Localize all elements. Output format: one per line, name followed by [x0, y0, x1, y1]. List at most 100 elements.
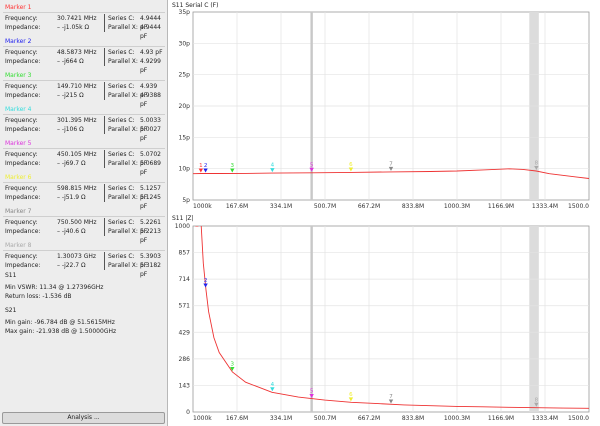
frequency-label: Frequency: — [5, 253, 38, 260]
impedance-chart[interactable]: 1000k 167.6M 334.1M 500.7M 667.2M 833.8M 1000.… — [169, 213, 600, 426]
parallel-x-label: Parallel X: — [108, 126, 138, 133]
s21-summary: S21 Min gain: -96.784 dB @ 51.5615MHz Ma… — [0, 307, 168, 337]
impedance-label: Impedance: — [5, 92, 41, 99]
y-tick-label: 1000 — [175, 223, 190, 230]
y-tick-label: 25p — [179, 72, 191, 79]
analysis-button[interactable]: Analysis ... — [2, 412, 165, 424]
impedance-row: Impedance: – -j40.6 Ω Parallel X: 5.2213 pF — [5, 227, 165, 244]
x-tick-label: 1500.0 — [568, 415, 589, 422]
frequency-value: 1.30073 GHz — [57, 253, 97, 260]
marker-block-7[interactable]: Marker 7 Frequency: 750.500 MHz Series C: 5.… — [0, 206, 168, 244]
series-c-value: 4.93 pF — [140, 49, 163, 56]
frequency-label: Frequency: — [5, 15, 38, 22]
impedance-value: – -j69.7 Ω — [57, 160, 86, 167]
divider — [3, 12, 165, 13]
marker-block-6[interactable]: Marker 6 Frequency: 598.815 MHz Series C: 5.… — [0, 172, 168, 210]
impedance-value: – -j1.05k Ω — [57, 24, 90, 31]
divider — [104, 218, 105, 227]
marker-block-3[interactable]: Marker 3 Frequency: 149.710 MHz Series C: 4.… — [0, 70, 168, 108]
parallel-x-label: Parallel X: — [108, 160, 138, 167]
divider — [3, 216, 165, 217]
marker-title: Marker 3 — [5, 72, 32, 79]
marker-block-4[interactable]: Marker 4 Frequency: 301.395 MHz Series C: 5.… — [0, 104, 168, 142]
divider — [104, 82, 105, 91]
frequency-row: Frequency: 149.710 MHz Series C: 4.939 pF — [5, 82, 165, 99]
impedance-row: Impedance: – -j69.7 Ω Parallel X: 5.0689 pF — [5, 159, 165, 176]
impedance-label: Impedance: — [5, 160, 41, 167]
impedance-label: Impedance: — [5, 262, 41, 269]
cursor-line — [310, 12, 313, 200]
marker-title: Marker 4 — [5, 106, 32, 113]
frequency-label: Frequency: — [5, 185, 38, 192]
divider — [104, 159, 105, 168]
s21-min-gain: Min gain: -96.784 dB @ 51.5615MHz — [5, 319, 115, 326]
series-c-label: Series C: — [108, 117, 135, 124]
x-tick-label: 1500.0 — [568, 203, 589, 210]
divider — [104, 150, 105, 159]
cursor-line — [310, 226, 313, 412]
marker-label: 2 — [204, 163, 208, 169]
s21-summary-title: S21 — [5, 307, 17, 314]
x-tick-label: 1000k — [193, 203, 212, 210]
series-c-label: Series C: — [108, 49, 135, 56]
x-tick-label: 500.7M — [314, 415, 336, 422]
x-tick-label: 1000.3M — [444, 415, 470, 422]
impedance-row: Impedance: – -j215 Ω Parallel X: 4.9388 pF — [5, 91, 165, 108]
impedance-value: – -j664 Ω — [57, 58, 84, 65]
x-tick-label: 500.7M — [314, 203, 336, 210]
marker-label: 1 — [199, 163, 203, 169]
impedance-value: – -j51.9 Ω — [57, 194, 86, 201]
marker-label: 7 — [389, 394, 393, 400]
frequency-value: 48.5873 MHz — [57, 49, 97, 56]
marker-title: Marker 6 — [5, 174, 32, 181]
y-tick-label: 0 — [186, 409, 190, 416]
marker-title: Marker 2 — [5, 38, 32, 45]
divider — [3, 46, 165, 47]
divider — [3, 148, 165, 149]
frequency-row: Frequency: 598.815 MHz Series C: 5.1257 pF — [5, 184, 165, 201]
series-c-label: Series C: — [108, 253, 135, 260]
y-tick-label: 15p — [179, 134, 191, 141]
marker-block-5[interactable]: Marker 5 Frequency: 450.105 MHz Series C: 5.… — [0, 138, 168, 176]
divider — [104, 193, 105, 202]
divider — [104, 91, 105, 100]
x-tick-label: 833.8M — [402, 203, 424, 210]
y-tick-label: 35p — [179, 9, 191, 16]
frequency-row: Frequency: 450.105 MHz Series C: 5.0702 pF — [5, 150, 165, 167]
marker-block-8[interactable]: Marker 8 Frequency: 1.30073 GHz Series C: 5.… — [0, 240, 168, 278]
divider — [104, 23, 105, 32]
x-tick-label: 1166.9M — [488, 415, 514, 422]
impedance-row: Impedance: – -j22.7 Ω Parallel X: 5.3182 pF — [5, 261, 165, 278]
frequency-row: Frequency: 301.395 MHz Series C: 5.0033 pF — [5, 116, 165, 133]
y-tick-label: 571 — [179, 303, 191, 310]
impedance-row: Impedance: – -j664 Ω Parallel X: 4.9299 pF — [5, 57, 165, 74]
marker-title: Marker 5 — [5, 140, 32, 147]
marker-block-2[interactable]: Marker 2 Frequency: 48.5873 MHz Series C: 4.… — [0, 36, 168, 74]
x-tick-label: 1333.4M — [532, 415, 558, 422]
parallel-x-label: Parallel X: — [108, 262, 138, 269]
y-tick-label: 714 — [179, 276, 191, 283]
marker-title: Marker 8 — [5, 242, 32, 249]
x-tick-label: 1000k — [193, 415, 212, 422]
x-tick-label: 334.1M — [270, 415, 292, 422]
marker-title: Marker 1 — [5, 4, 32, 11]
x-tick-label: 334.1M — [270, 203, 292, 210]
marker-label: 8 — [535, 397, 539, 403]
plot-area: S11 Serial C (F) 1000k 167.6M 334.1M 500.7M… — [169, 0, 600, 426]
frequency-label: Frequency: — [5, 83, 38, 90]
marker-block-1[interactable]: Marker 1 Frequency: 30.7421 MHz Series C: 4.… — [0, 2, 168, 40]
frequency-value: 149.710 MHz — [57, 83, 97, 90]
y-tick-label: 143 — [179, 382, 191, 389]
marker-label: 6 — [349, 162, 353, 168]
s11-summary: S11 Min VSWR: 11.34 @ 1.27396GHz Return … — [0, 272, 168, 302]
divider — [3, 80, 165, 81]
x-tick-label: 667.2M — [358, 415, 380, 422]
series-c-label: Series C: — [108, 185, 135, 192]
s11-return-loss: Return loss: -1.536 dB — [5, 293, 72, 300]
divider — [104, 184, 105, 193]
serial-c-chart[interactable]: 1000k 167.6M 334.1M 500.7M 667.2M 833.8M 1000.… — [169, 0, 600, 213]
x-tick-label: 1166.9M — [488, 203, 514, 210]
parallel-x-label: Parallel X: — [108, 92, 138, 99]
frequency-value: 301.395 MHz — [57, 117, 97, 124]
marker-label: 4 — [271, 163, 275, 169]
